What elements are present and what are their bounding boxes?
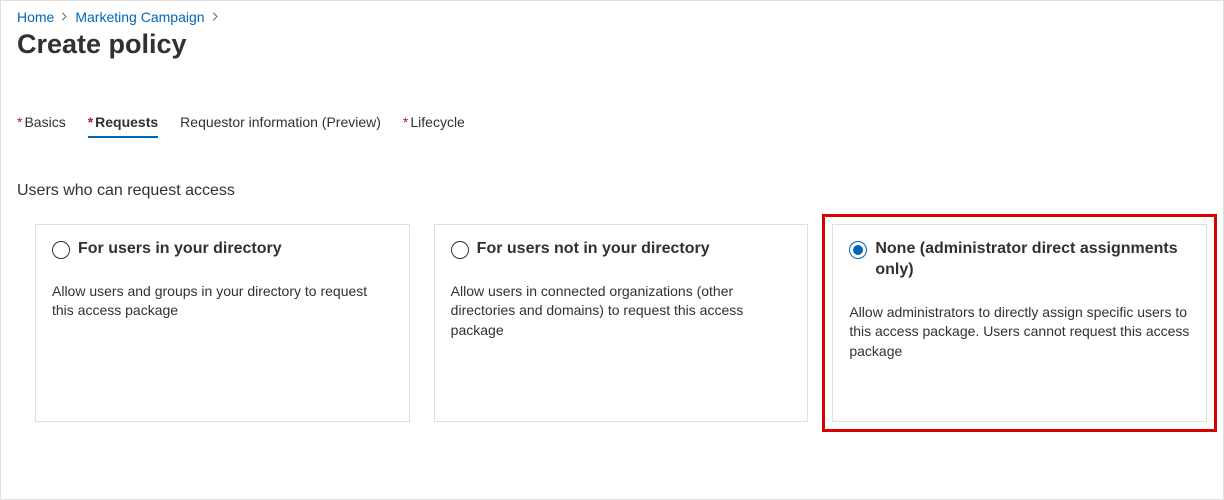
- option-users-in-directory[interactable]: For users in your directory Allow users …: [35, 224, 410, 422]
- chevron-right-icon: [211, 10, 220, 24]
- page-title: Create policy: [17, 29, 1207, 60]
- option-title: For users in your directory: [78, 239, 282, 260]
- tab-basics[interactable]: *Basics: [17, 114, 66, 138]
- breadcrumb-link-marketing-campaign[interactable]: Marketing Campaign: [75, 9, 204, 25]
- main-container: Home Marketing Campaign Create policy *B…: [0, 0, 1224, 500]
- tabs: *Basics *Requests Requestor information …: [17, 114, 1207, 138]
- tab-requestor-information[interactable]: Requestor information (Preview): [180, 114, 381, 138]
- tab-label: Basics: [24, 114, 65, 130]
- radio-icon[interactable]: [849, 241, 867, 259]
- option-title: None (administrator direct assignments o…: [875, 239, 1190, 281]
- radio-icon[interactable]: [451, 241, 469, 259]
- tab-lifecycle[interactable]: *Lifecycle: [403, 114, 465, 138]
- option-none-admin-direct[interactable]: None (administrator direct assignments o…: [832, 224, 1207, 422]
- option-header: For users in your directory: [52, 239, 393, 260]
- chevron-right-icon: [60, 10, 69, 24]
- breadcrumb-link-home[interactable]: Home: [17, 9, 54, 25]
- option-header: For users not in your directory: [451, 239, 792, 260]
- required-marker: *: [403, 114, 408, 130]
- radio-icon[interactable]: [52, 241, 70, 259]
- tab-requests[interactable]: *Requests: [88, 114, 158, 138]
- option-users-not-in-directory[interactable]: For users not in your directory Allow us…: [434, 224, 809, 422]
- option-description: Allow administrators to directly assign …: [849, 303, 1190, 362]
- option-description: Allow users and groups in your directory…: [52, 282, 393, 321]
- options-row: For users in your directory Allow users …: [35, 224, 1207, 422]
- tab-label: Lifecycle: [410, 114, 464, 130]
- tab-label: Requestor information (Preview): [180, 114, 381, 130]
- breadcrumb: Home Marketing Campaign: [17, 9, 1207, 25]
- required-marker: *: [88, 114, 93, 130]
- tab-label: Requests: [95, 114, 158, 130]
- required-marker: *: [17, 114, 22, 130]
- option-title: For users not in your directory: [477, 239, 710, 260]
- option-header: None (administrator direct assignments o…: [849, 239, 1190, 281]
- option-description: Allow users in connected organizations (…: [451, 282, 792, 341]
- section-heading: Users who can request access: [17, 182, 1207, 200]
